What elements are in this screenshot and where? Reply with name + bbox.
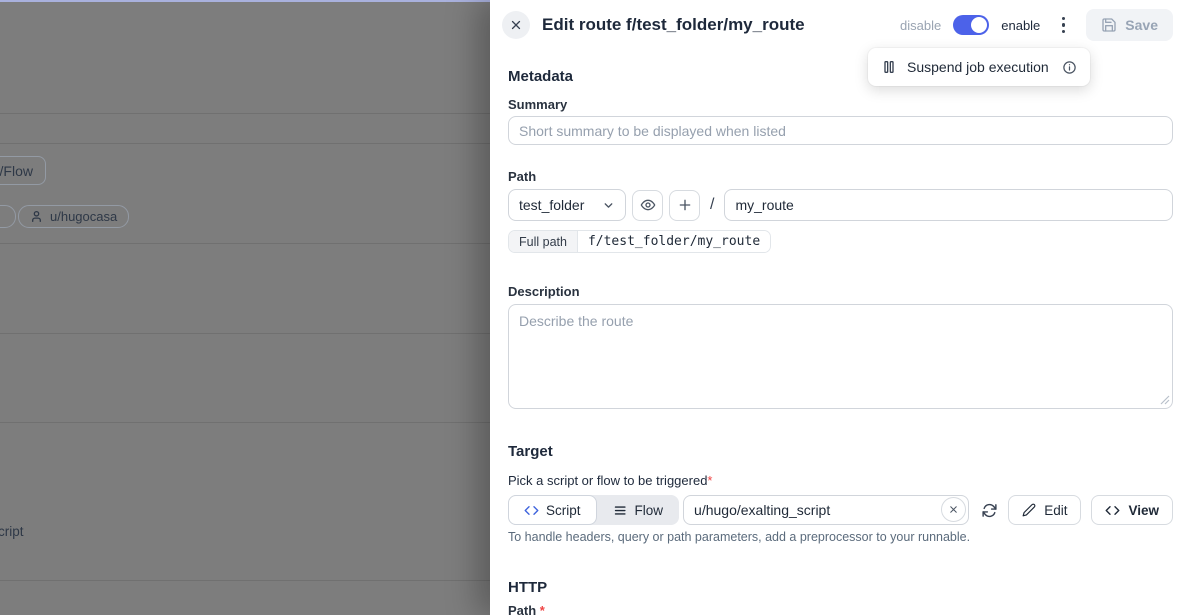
- edit-button-label: Edit: [1044, 503, 1067, 518]
- folder-select[interactable]: test_folder: [508, 189, 626, 221]
- description-textarea[interactable]: [508, 304, 1173, 409]
- required-asterisk: *: [707, 473, 712, 488]
- backdrop-flow-chip: /Flow: [0, 156, 46, 185]
- disable-label: disable: [900, 18, 941, 33]
- runnable-kind-toggle: Script Flow: [508, 495, 679, 525]
- more-options-button[interactable]: [1052, 11, 1074, 39]
- close-icon: [509, 18, 523, 32]
- code-brackets-icon: [1105, 503, 1120, 518]
- plus-icon: [677, 197, 693, 213]
- menu-item-suspend-job-execution[interactable]: Suspend job execution: [907, 59, 1052, 75]
- target-row: Script Flow: [508, 495, 1173, 525]
- backdrop-divider: [0, 422, 490, 423]
- page-top-accent-strip: [0, 0, 490, 2]
- modal-backdrop[interactable]: /Flow u/hugocasa cript: [0, 0, 490, 615]
- full-path-pill: Full path f/test_folder/my_route: [508, 230, 771, 253]
- description-label: Description: [508, 284, 1173, 300]
- drawer-body: Metadata Summary Path test_folder: [490, 68, 1189, 615]
- user-icon: [30, 210, 43, 223]
- preprocessor-helper-text: To handle headers, query or path paramet…: [508, 530, 1173, 545]
- picker-label: Pick a script or flow to be triggered*: [508, 472, 1173, 489]
- pause-icon: [881, 59, 897, 75]
- full-path-value: f/test_folder/my_route: [578, 231, 770, 252]
- full-path-badge: Full path: [509, 231, 578, 252]
- enable-toggle[interactable]: [953, 15, 989, 35]
- http-required-asterisk: *: [540, 603, 545, 615]
- screen: /Flow u/hugocasa cript Edit route f/test…: [0, 0, 1189, 615]
- backdrop-partial-script-text: cript: [0, 524, 24, 539]
- backdrop-divider: [0, 143, 490, 144]
- http-path-label: Path *: [508, 603, 1173, 615]
- chevron-down-icon: [602, 199, 615, 212]
- save-button[interactable]: Save: [1086, 9, 1173, 41]
- backdrop-divider: [0, 113, 490, 114]
- runnable-path-input[interactable]: [683, 495, 969, 525]
- view-button-label: View: [1128, 503, 1159, 518]
- save-icon: [1101, 17, 1117, 33]
- summary-input[interactable]: [508, 116, 1173, 145]
- clear-x-icon: [948, 504, 959, 515]
- info-icon[interactable]: [1062, 60, 1077, 75]
- save-button-label: Save: [1125, 17, 1158, 33]
- view-folder-button[interactable]: [632, 190, 663, 221]
- edit-runnable-button[interactable]: Edit: [1008, 495, 1081, 525]
- route-name-input[interactable]: [724, 189, 1173, 221]
- path-separator: /: [706, 196, 718, 214]
- backdrop-partial-chip: [0, 205, 16, 228]
- backdrop-divider: [0, 333, 490, 334]
- eye-icon: [640, 197, 656, 213]
- pencil-icon: [1022, 503, 1036, 517]
- path-row: test_folder /: [508, 189, 1173, 221]
- backdrop-divider: [0, 580, 490, 581]
- code-icon: [524, 503, 539, 518]
- refresh-icon: [981, 502, 998, 519]
- path-label: Path: [508, 169, 1173, 185]
- tab-flow-label: Flow: [635, 503, 664, 518]
- backdrop-user-chip-label: u/hugocasa: [50, 209, 117, 224]
- options-menu: Suspend job execution: [868, 48, 1090, 86]
- close-button[interactable]: [502, 11, 530, 39]
- backdrop-flow-chip-label: /Flow: [0, 163, 33, 179]
- refresh-runnable-button[interactable]: [981, 502, 998, 519]
- picker-label-text: Pick a script or flow to be triggered: [508, 473, 707, 488]
- backdrop-user-chip: u/hugocasa: [18, 205, 129, 228]
- flow-bars-icon: [613, 503, 628, 518]
- http-path-label-text: Path: [508, 603, 536, 615]
- enable-label: enable: [1001, 18, 1040, 33]
- tab-script[interactable]: Script: [508, 495, 597, 525]
- folder-select-value: test_folder: [519, 197, 584, 213]
- backdrop-divider: [0, 243, 490, 244]
- toggle-knob: [971, 17, 987, 33]
- http-heading: HTTP: [508, 579, 1173, 597]
- drawer-title: Edit route f/test_folder/my_route: [542, 15, 805, 35]
- drawer-header: Edit route f/test_folder/my_route disabl…: [490, 0, 1189, 50]
- summary-label: Summary: [508, 97, 1173, 113]
- tab-script-label: Script: [546, 503, 581, 518]
- view-runnable-button[interactable]: View: [1091, 495, 1173, 525]
- add-folder-button[interactable]: [669, 190, 700, 221]
- target-heading: Target: [508, 443, 1173, 461]
- edit-route-drawer: Edit route f/test_folder/my_route disabl…: [490, 0, 1189, 615]
- tab-flow[interactable]: Flow: [597, 495, 680, 525]
